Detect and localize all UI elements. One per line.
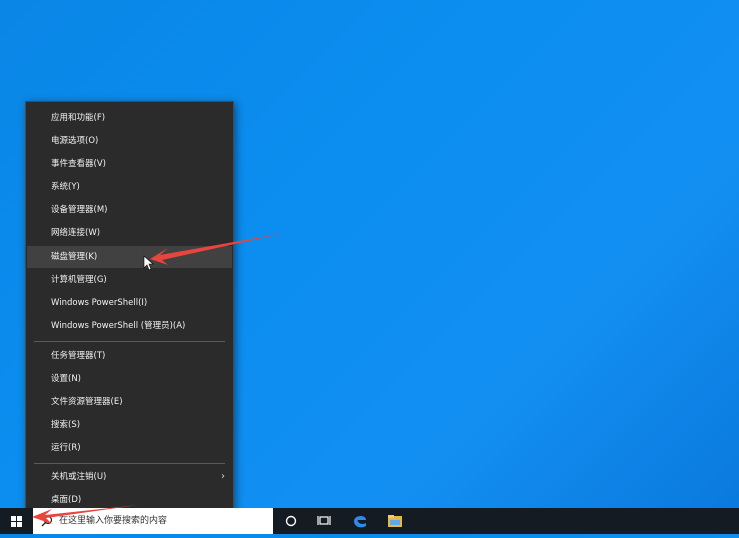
- taskbar: 在这里输入你要搜索的内容: [0, 508, 739, 534]
- menu-item-system[interactable]: 系统(Y): [27, 176, 232, 198]
- search-icon: [41, 515, 53, 527]
- menu-item-disk-management[interactable]: 磁盘管理(K): [27, 246, 232, 268]
- menu-item-label: 设置(N): [51, 374, 81, 384]
- menu-item-powershell-admin[interactable]: Windows PowerShell (管理员)(A): [27, 315, 232, 337]
- menu-item-powershell[interactable]: Windows PowerShell(I): [27, 292, 232, 314]
- menu-item-label: 磁盘管理(K): [51, 252, 98, 262]
- menu-item-label: 网络连接(W): [51, 228, 101, 238]
- cortana-icon: [285, 515, 297, 527]
- menu-item-label: 搜索(S): [51, 420, 81, 430]
- menu-item-label: 任务管理器(T): [51, 351, 106, 361]
- menu-item-label: Windows PowerShell (管理员)(A): [51, 321, 186, 331]
- menu-item-network-connections[interactable]: 网络连接(W): [27, 222, 232, 244]
- menu-item-label: 计算机管理(G): [51, 275, 107, 285]
- menu-item-file-explorer[interactable]: 文件资源管理器(E): [27, 391, 232, 413]
- menu-item-label: 文件资源管理器(E): [51, 397, 123, 407]
- menu-item-power-options[interactable]: 电源选项(O): [27, 130, 232, 152]
- menu-item-settings[interactable]: 设置(N): [27, 368, 232, 390]
- edge-button[interactable]: [345, 508, 375, 534]
- menu-item-label: 应用和功能(F): [51, 113, 106, 123]
- menu-item-device-manager[interactable]: 设备管理器(M): [27, 199, 232, 221]
- winx-context-menu: 应用和功能(F) 电源选项(O) 事件查看器(V) 系统(Y) 设备管理器(M)…: [25, 101, 234, 519]
- menu-item-label: 运行(R): [51, 443, 81, 453]
- menu-item-shutdown-signout[interactable]: 关机或注销(U) ›: [27, 466, 232, 488]
- menu-item-computer-management[interactable]: 计算机管理(G): [27, 269, 232, 291]
- menu-separator: [34, 341, 225, 342]
- menu-item-label: Windows PowerShell(I): [51, 298, 148, 308]
- menu-item-search[interactable]: 搜索(S): [27, 414, 232, 436]
- task-view-icon: [317, 516, 331, 525]
- taskbar-search-box[interactable]: 在这里输入你要搜索的内容: [33, 508, 273, 534]
- menu-item-apps-features[interactable]: 应用和功能(F): [27, 107, 232, 129]
- menu-item-label: 关机或注销(U): [51, 472, 107, 482]
- menu-item-label: 桌面(D): [51, 495, 82, 505]
- menu-item-task-manager[interactable]: 任务管理器(T): [27, 345, 232, 367]
- task-view-button[interactable]: [309, 508, 339, 534]
- chevron-right-icon: ›: [221, 471, 225, 482]
- menu-item-label: 事件查看器(V): [51, 159, 106, 169]
- menu-item-event-viewer[interactable]: 事件查看器(V): [27, 153, 232, 175]
- file-explorer-icon: [388, 515, 402, 527]
- start-button[interactable]: [0, 508, 33, 534]
- search-placeholder: 在这里输入你要搜索的内容: [59, 516, 168, 526]
- edge-icon: [354, 515, 366, 528]
- menu-item-label: 电源选项(O): [51, 136, 99, 146]
- menu-separator: [34, 463, 225, 464]
- cortana-button[interactable]: [276, 508, 306, 534]
- menu-item-label: 设备管理器(M): [51, 205, 108, 215]
- menu-item-label: 系统(Y): [51, 182, 80, 192]
- file-explorer-button[interactable]: [380, 508, 410, 534]
- menu-item-run[interactable]: 运行(R): [27, 437, 232, 459]
